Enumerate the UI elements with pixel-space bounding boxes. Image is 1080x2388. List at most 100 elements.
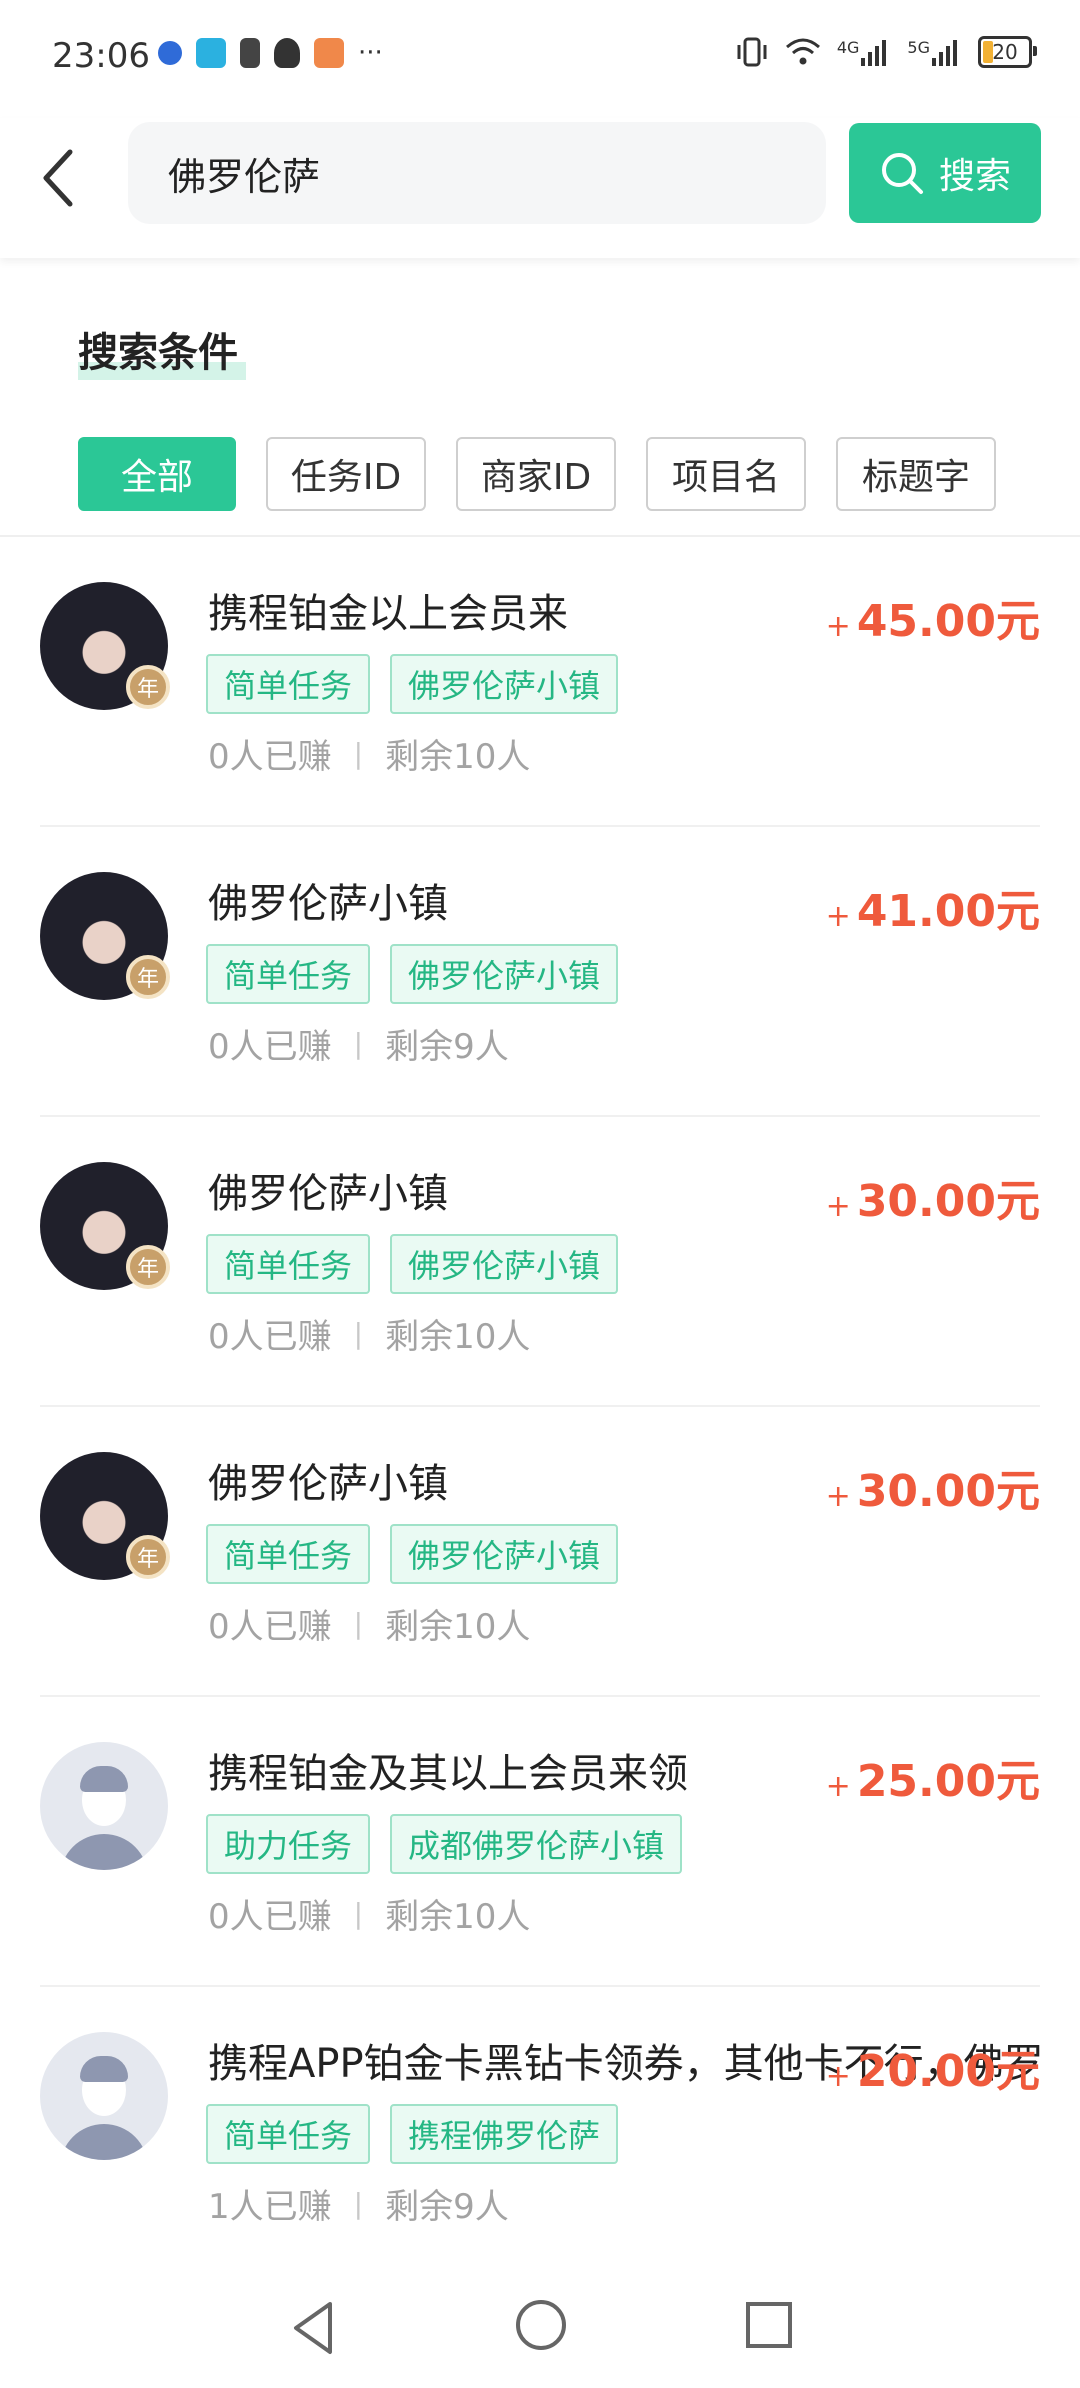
annual-member-badge: 年 xyxy=(126,665,170,709)
filter-title-keyword[interactable]: 标题字 xyxy=(836,437,996,511)
task-meta: 0人已赚 | 剩余10人 xyxy=(208,729,530,778)
task-title: 佛罗伦萨小镇 xyxy=(208,1171,448,1217)
app-icon-blue xyxy=(158,41,182,65)
signal-icon: 5G xyxy=(907,38,962,66)
sim-alert-icon xyxy=(240,38,260,68)
annual-member-badge: 年 xyxy=(126,1245,170,1289)
task-reward: + 41.00元 xyxy=(826,875,1040,939)
search-button-label: 搜索 xyxy=(938,156,1011,197)
reward-amount: 45.00元 xyxy=(856,596,1040,647)
signal-icon: 4G xyxy=(837,38,892,66)
search-button[interactable]: 搜索 xyxy=(849,123,1041,223)
remaining-count: 剩余10人 xyxy=(385,1317,531,1357)
task-tag: 佛罗伦萨小镇 xyxy=(390,944,619,1004)
task-meta: 0人已赚 | 剩余10人 xyxy=(208,1309,530,1358)
more-notifications: ··· xyxy=(358,38,383,68)
meta-separator: | xyxy=(353,1897,364,1930)
task-item[interactable]: 年 携程铂金以上会员来 简单任务 佛罗伦萨小镇 0人已赚 | 剩余10人 + 4… xyxy=(0,537,1080,827)
battery-icon: 20 xyxy=(978,36,1037,68)
battery-level: 20 xyxy=(992,40,1018,64)
filter-project-name[interactable]: 项目名 xyxy=(646,437,806,511)
reward-plus: + xyxy=(825,899,851,934)
chevron-left-icon xyxy=(43,149,73,207)
network-type-b: 5G xyxy=(907,38,930,57)
meta-separator: | xyxy=(353,1607,364,1640)
task-title: 佛罗伦萨小镇 xyxy=(208,881,448,927)
earned-count: 1人已赚 xyxy=(208,2187,332,2227)
task-item[interactable]: 携程APP铂金卡黑钻卡领券，其他卡不行，佛罗 简单任务 携程佛罗伦萨 1人已赚 … xyxy=(0,1987,1080,2277)
filter-task-id[interactable]: 任务ID xyxy=(266,437,426,511)
reward-plus: + xyxy=(825,609,851,644)
task-tags: 简单任务 佛罗伦萨小镇 xyxy=(206,1234,619,1294)
vibrate-icon xyxy=(737,37,767,67)
nav-back-icon[interactable] xyxy=(288,2298,338,2358)
app-icon-orange xyxy=(314,38,344,68)
network-type-a: 4G xyxy=(836,38,860,57)
task-reward: + 30.00元 xyxy=(826,1165,1040,1229)
filter-all[interactable]: 全部 xyxy=(78,437,236,511)
notification-icons: ··· xyxy=(158,38,383,68)
app-icon-yuan xyxy=(196,38,226,68)
reward-plus: + xyxy=(825,1769,851,1804)
task-title: 佛罗伦萨小镇 xyxy=(208,1461,448,1507)
task-tag: 佛罗伦萨小镇 xyxy=(390,1524,619,1584)
meta-separator: | xyxy=(353,1317,364,1350)
task-tag: 简单任务 xyxy=(206,1234,371,1294)
nav-recent-apps-icon[interactable] xyxy=(744,2300,794,2350)
system-icons: 4G 5G 20 xyxy=(735,36,1037,68)
reward-plus: + xyxy=(825,1189,851,1224)
task-reward: + 45.00元 xyxy=(826,585,1040,649)
remaining-count: 剩余9人 xyxy=(385,2187,509,2227)
meta-separator: | xyxy=(353,737,364,770)
task-tags: 简单任务 携程佛罗伦萨 xyxy=(206,2104,619,2164)
earned-count: 0人已赚 xyxy=(208,737,332,777)
filter-merchant-id[interactable]: 商家ID xyxy=(456,437,616,511)
task-item[interactable]: 年 佛罗伦萨小镇 简单任务 佛罗伦萨小镇 0人已赚 | 剩余10人 + 30.0… xyxy=(0,1117,1080,1407)
status-time: 23:06 xyxy=(52,36,150,76)
back-button[interactable] xyxy=(26,146,90,210)
reward-amount: 30.00元 xyxy=(856,1176,1040,1227)
earned-count: 0人已赚 xyxy=(208,1027,332,1067)
search-icon xyxy=(881,153,923,194)
task-tags: 简单任务 佛罗伦萨小镇 xyxy=(206,654,619,714)
task-reward: + 20.00元 xyxy=(826,2035,1040,2099)
task-title: 携程铂金以上会员来 xyxy=(208,591,568,637)
task-reward: + 25.00元 xyxy=(826,1745,1040,1809)
task-tag: 携程佛罗伦萨 xyxy=(390,2104,619,2164)
meta-separator: | xyxy=(353,2187,364,2220)
task-tags: 助力任务 成都佛罗伦萨小镇 xyxy=(206,1814,683,1874)
task-item[interactable]: 年 佛罗伦萨小镇 简单任务 佛罗伦萨小镇 0人已赚 | 剩余10人 + 30.0… xyxy=(0,1407,1080,1697)
meta-separator: | xyxy=(353,1027,364,1060)
default-avatar xyxy=(40,1742,168,1870)
task-tag: 成都佛罗伦萨小镇 xyxy=(390,1814,683,1874)
task-tag: 简单任务 xyxy=(206,2104,371,2164)
reward-amount: 25.00元 xyxy=(856,1756,1040,1807)
task-tag: 助力任务 xyxy=(206,1814,371,1874)
reward-amount: 41.00元 xyxy=(856,886,1040,937)
remaining-count: 剩余10人 xyxy=(385,1897,531,1937)
task-item[interactable]: 年 佛罗伦萨小镇 简单任务 佛罗伦萨小镇 0人已赚 | 剩余9人 + 41.00… xyxy=(0,827,1080,1117)
reward-amount: 20.00元 xyxy=(856,2046,1040,2097)
reward-amount: 30.00元 xyxy=(856,1466,1040,1517)
search-input[interactable] xyxy=(166,150,790,196)
qq-icon xyxy=(274,38,300,68)
reward-plus: + xyxy=(825,1479,851,1514)
task-list: 年 携程铂金以上会员来 简单任务 佛罗伦萨小镇 0人已赚 | 剩余10人 + 4… xyxy=(0,537,1080,2277)
task-tag: 佛罗伦萨小镇 xyxy=(390,654,619,714)
task-tags: 简单任务 佛罗伦萨小镇 xyxy=(206,1524,619,1584)
task-tag: 佛罗伦萨小镇 xyxy=(390,1234,619,1294)
task-item[interactable]: 携程铂金及其以上会员来领 助力任务 成都佛罗伦萨小镇 0人已赚 | 剩余10人 … xyxy=(0,1697,1080,1987)
task-meta: 0人已赚 | 剩余10人 xyxy=(208,1889,530,1938)
annual-member-badge: 年 xyxy=(126,1535,170,1579)
remaining-count: 剩余10人 xyxy=(385,737,531,777)
conditions-title: 搜索条件 xyxy=(78,330,238,376)
task-meta: 0人已赚 | 剩余9人 xyxy=(208,1019,509,1068)
task-tag: 简单任务 xyxy=(206,944,371,1004)
search-header: 搜索 xyxy=(0,118,1080,258)
search-box[interactable] xyxy=(128,122,826,224)
nav-home-icon[interactable] xyxy=(514,2298,568,2352)
remaining-count: 剩余10人 xyxy=(385,1607,531,1647)
earned-count: 0人已赚 xyxy=(208,1607,332,1647)
remaining-count: 剩余9人 xyxy=(385,1027,509,1067)
task-meta: 1人已赚 | 剩余9人 xyxy=(208,2179,509,2228)
